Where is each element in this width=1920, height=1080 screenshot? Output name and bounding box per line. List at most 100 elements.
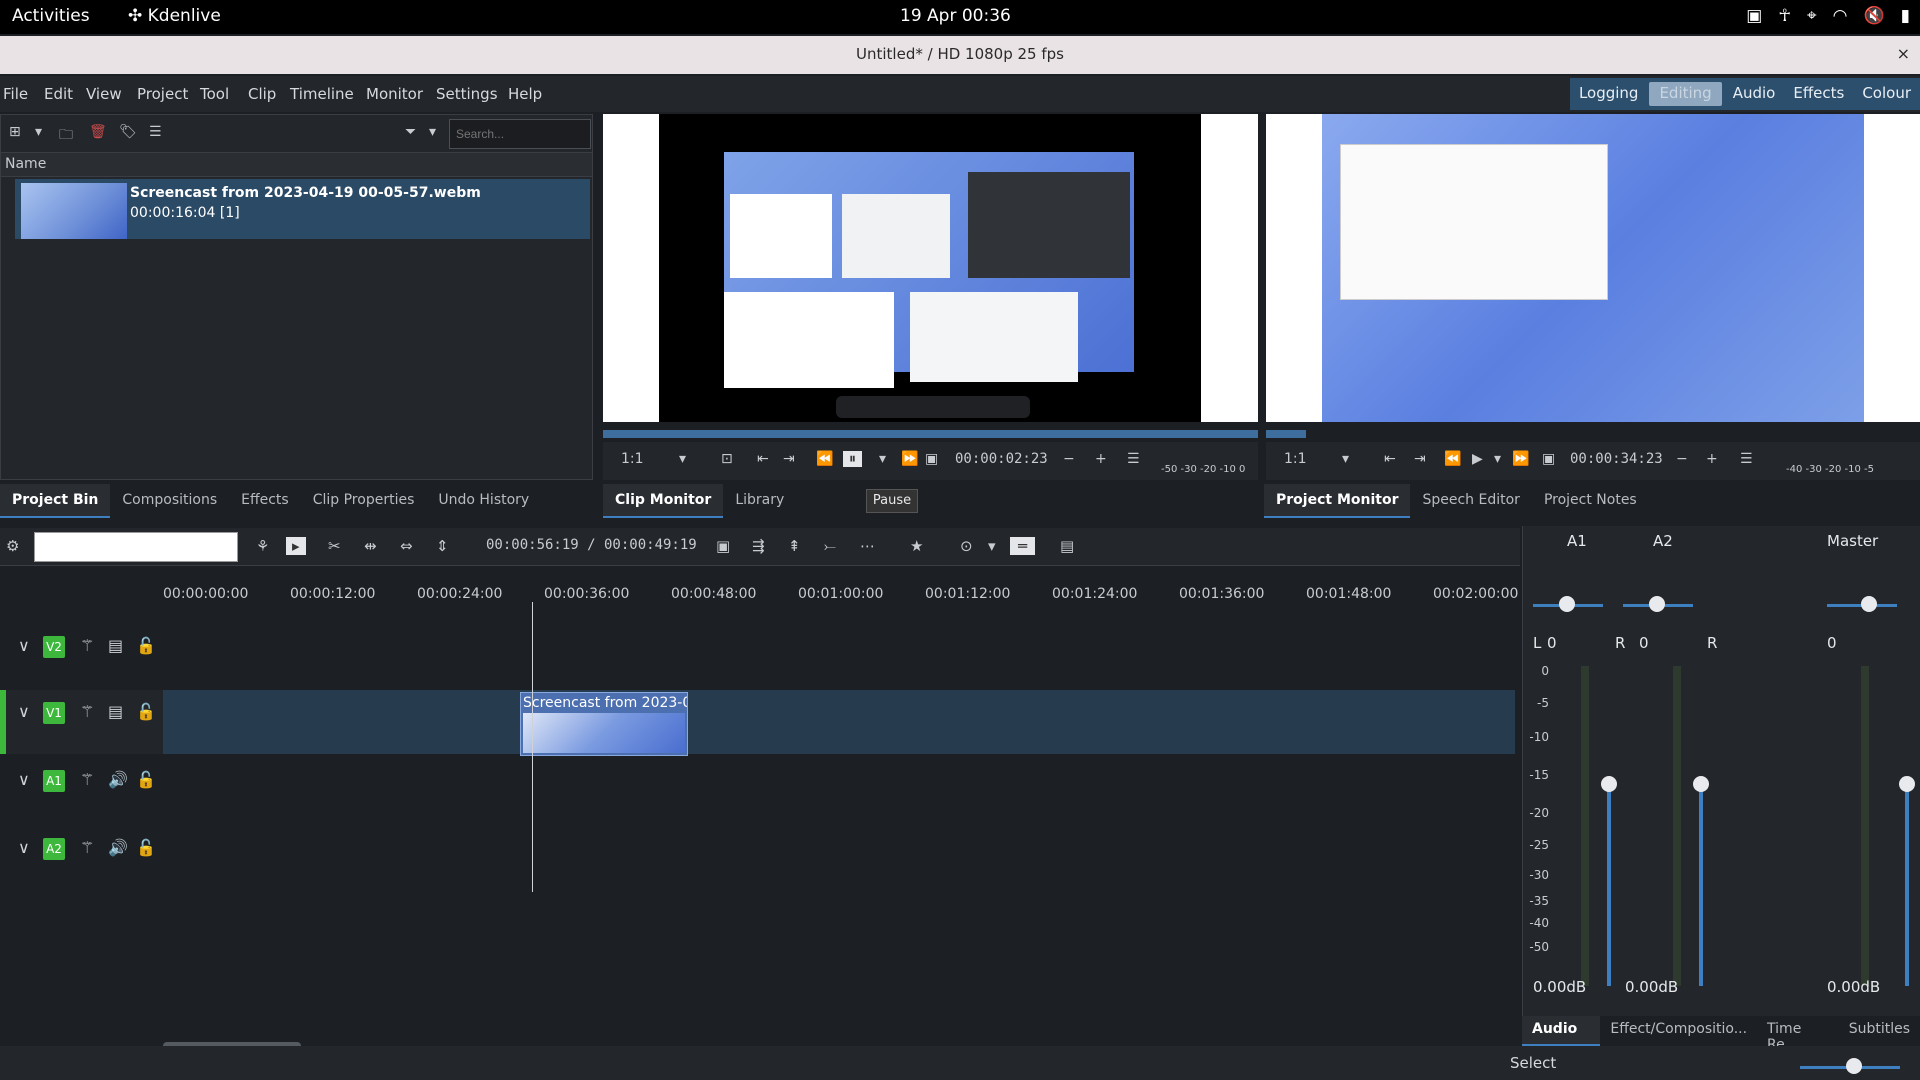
track-a2[interactable]: ∨ A2 ⚚ 🔊 🔓 [0, 826, 1515, 890]
plus-icon[interactable]: + [1706, 451, 1718, 467]
lock-icon[interactable]: 🔓 [136, 702, 156, 721]
set-in-icon[interactable]: ⇤ [757, 451, 769, 467]
subtitle-icon[interactable]: ▤ [1060, 537, 1074, 555]
set-out-icon[interactable]: ⇥ [783, 451, 795, 467]
workspace-logging[interactable]: Logging [1570, 78, 1648, 110]
speaker-icon[interactable]: 🔊 [108, 770, 128, 789]
bin-column-header[interactable]: Name [1, 153, 592, 177]
close-icon[interactable]: × [1897, 36, 1910, 72]
timeline-clip[interactable]: Screencast from 2023-04 [520, 692, 688, 756]
tab-audio-mixer[interactable]: Audio ... [1522, 1016, 1601, 1053]
join-icon[interactable]: ⋯ [860, 537, 875, 555]
app-menu[interactable]: ✣ Kdenlive [128, 6, 221, 26]
clip-monitor-view[interactable] [603, 114, 1258, 422]
menu-settings[interactable]: Settings [436, 85, 498, 103]
track-settings-icon[interactable]: ⚙ [6, 537, 19, 555]
zoom-knob[interactable] [1846, 1058, 1862, 1074]
project-zoom-select[interactable]: 1:1 [1284, 451, 1307, 467]
wifi-icon[interactable]: ◠ [1833, 6, 1848, 26]
snap-button[interactable]: ═ [1010, 537, 1036, 555]
clipboard-icon[interactable]: ▣ [1746, 6, 1762, 26]
menu-clip[interactable]: Clip [248, 85, 276, 103]
pause-button[interactable]: ⏸ [843, 451, 862, 467]
tab-undo-history[interactable]: Undo History [426, 484, 541, 518]
chevron-down-icon[interactable]: ▾ [35, 124, 42, 140]
menu-icon[interactable]: ☰ [1740, 451, 1753, 467]
extract-icon[interactable]: ⤚ [824, 537, 836, 555]
workspace-effects[interactable]: Effects [1784, 78, 1853, 110]
a1-volume-knob[interactable] [1601, 776, 1617, 792]
track-v2[interactable]: ∨ V2 ⚚ ▤ 🔓 [0, 624, 1515, 688]
select-tool-button[interactable]: ▸ [286, 537, 306, 555]
tab-project-monitor[interactable]: Project Monitor [1264, 484, 1411, 518]
delete-icon[interactable]: 🗑 [89, 124, 107, 140]
project-timecode[interactable]: 00:00:34:23 [1570, 451, 1663, 467]
menu-timeline[interactable]: Timeline [290, 85, 354, 103]
playhead[interactable] [532, 602, 533, 892]
rewind-icon[interactable]: ⏪ [816, 451, 833, 467]
fit-icon[interactable]: ⊡ [721, 451, 733, 467]
forward-icon[interactable]: ⏩ [901, 451, 918, 467]
chevron-down-icon[interactable]: ▾ [988, 537, 996, 555]
slip-icon[interactable]: ⇕ [436, 537, 449, 555]
lock-icon[interactable]: 🔓 [136, 636, 156, 655]
project-monitor-view[interactable] [1266, 114, 1920, 422]
razor-icon[interactable]: ✂ [328, 537, 341, 555]
tab-compositions[interactable]: Compositions [110, 484, 229, 518]
lift-icon[interactable]: ⇞ [788, 537, 801, 555]
filter-icon[interactable]: ⏷ [405, 124, 416, 140]
menu-tool[interactable]: Tool [200, 85, 229, 103]
chevron-down-icon[interactable]: ▾ [679, 451, 686, 467]
clock[interactable]: 19 Apr 00:36 [900, 6, 1011, 26]
chevron-down-icon[interactable]: ∨ [18, 838, 30, 857]
menu-help[interactable]: Help [508, 85, 542, 103]
bin-clip-item[interactable]: Screencast from 2023-04-19 00-05-57.webm… [15, 179, 590, 239]
filter-dropdown-icon[interactable]: ▾ [429, 124, 436, 140]
track-name[interactable]: A1 [43, 770, 65, 792]
effects-icon[interactable]: ⚚ [80, 838, 94, 857]
effects-icon[interactable]: ⚚ [80, 770, 94, 789]
project-monitor-ruler[interactable] [1266, 430, 1306, 438]
battery-icon[interactable]: ▮ [1901, 6, 1910, 26]
composition-selector[interactable] [34, 532, 238, 562]
tab-time-remap[interactable]: Time Re... [1757, 1016, 1839, 1053]
track-v1[interactable]: ∨ V1 ⚚ ▤ 🔓 [0, 690, 1515, 754]
folder-icon[interactable]: 🗀 [59, 124, 73, 148]
a1-volume-fader[interactable] [1607, 788, 1611, 986]
tab-speech-editor[interactable]: Speech Editor [1410, 484, 1531, 518]
hide-track-icon[interactable]: ▤ [108, 702, 123, 721]
clip-monitor-ruler[interactable] [603, 430, 1258, 438]
effects-icon[interactable]: ⚚ [80, 702, 94, 721]
master-volume-fader[interactable] [1905, 788, 1909, 986]
workspace-colour[interactable]: Colour [1853, 78, 1920, 110]
clip-zoom-select[interactable]: 1:1 [621, 451, 644, 467]
minus-icon[interactable]: − [1676, 451, 1688, 467]
menu-icon[interactable]: ☰ [149, 124, 162, 140]
menu-view[interactable]: View [86, 85, 122, 103]
forward-icon[interactable]: ⏩ [1512, 451, 1529, 467]
razor-mode-icon[interactable]: ⚘ [256, 537, 269, 555]
chevron-down-icon[interactable]: ▾ [879, 451, 886, 467]
play-icon[interactable]: ▶ [1472, 451, 1483, 467]
set-out-icon[interactable]: ⇥ [1414, 451, 1426, 467]
plus-icon[interactable]: + [1095, 451, 1107, 467]
track-name[interactable]: V1 [43, 702, 65, 724]
volume-muted-icon[interactable]: 🔇 [1863, 6, 1884, 26]
tab-clip-monitor[interactable]: Clip Monitor [603, 484, 724, 518]
track-name[interactable]: A2 [43, 838, 65, 860]
chevron-down-icon[interactable]: ∨ [18, 636, 30, 655]
activities-button[interactable]: Activities [12, 6, 90, 26]
minus-icon[interactable]: − [1063, 451, 1075, 467]
set-in-icon[interactable]: ⇤ [1384, 451, 1396, 467]
rewind-icon[interactable]: ⏪ [1444, 451, 1461, 467]
chevron-down-icon[interactable]: ▾ [1494, 451, 1501, 467]
lock-icon[interactable]: 🔓 [136, 838, 156, 857]
lock-icon[interactable]: 🔓 [136, 770, 156, 789]
hide-track-icon[interactable]: ▤ [108, 636, 123, 655]
workspace-audio[interactable]: Audio [1724, 78, 1785, 110]
menu-project[interactable]: Project [137, 85, 188, 103]
tab-clip-properties[interactable]: Clip Properties [301, 484, 427, 518]
menu-edit[interactable]: Edit [44, 85, 73, 103]
accessibility-icon[interactable]: ☥ [1778, 6, 1791, 26]
add-clip-icon[interactable]: ⊞ [9, 124, 21, 140]
